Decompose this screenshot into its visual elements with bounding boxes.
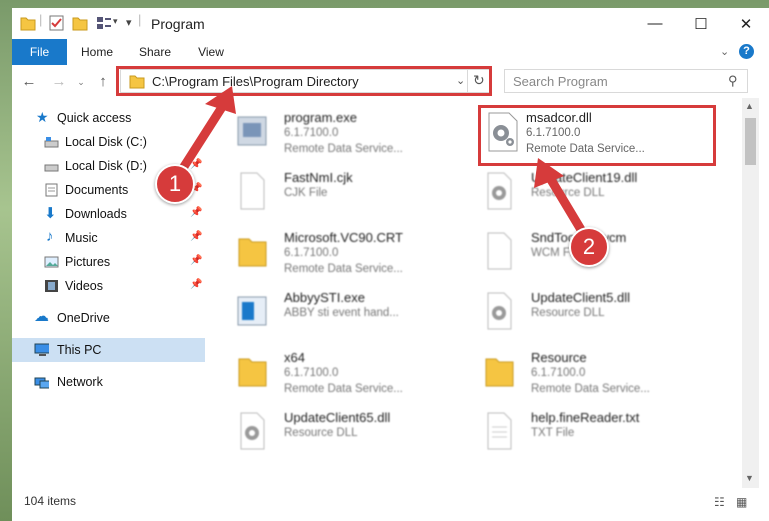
arrow-1	[173, 99, 229, 181]
annotation-arrows	[173, 86, 591, 243]
step-badge-1: 1	[155, 164, 195, 204]
step-badge-2: 2	[569, 227, 609, 267]
